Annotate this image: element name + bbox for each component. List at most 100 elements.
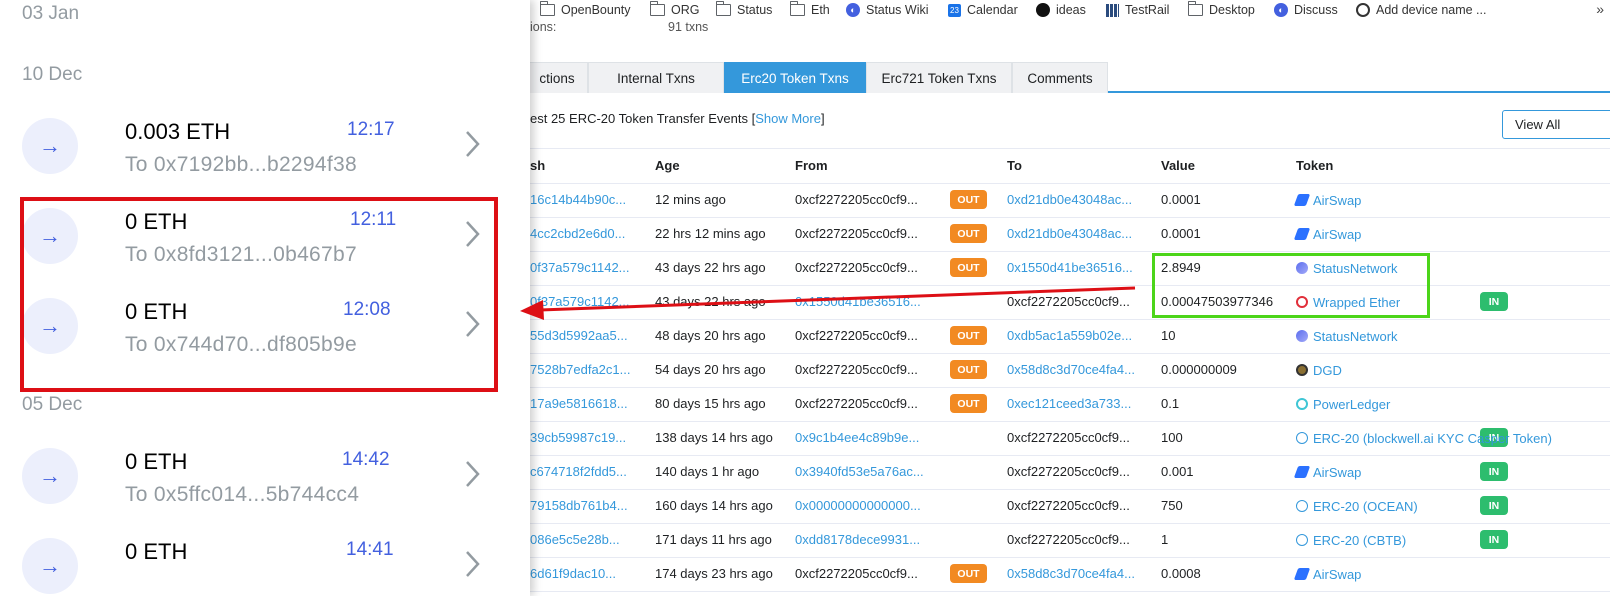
column-header-value: Value [1161, 158, 1195, 173]
transaction-time: 14:42 [342, 449, 390, 470]
txn-to-address[interactable]: 0x58d8c3d70ce4fa4... [1007, 557, 1152, 591]
bookmark-add-device[interactable]: Add device name ... [1356, 2, 1486, 18]
bookmark-status-wiki[interactable]: ◐ Status Wiki [846, 2, 929, 18]
txn-age: 43 days 22 hrs ago [655, 260, 766, 275]
date-header: 10 Dec [22, 64, 83, 85]
txn-age: 80 days 15 hrs ago [655, 396, 766, 411]
txn-hash-link[interactable]: 7528b7edfa2c1... [530, 353, 648, 387]
table-row: 7528b7edfa2c1... 54 days 20 hrs ago 0xcf22… [530, 353, 1610, 387]
txn-value: 0.0001 [1161, 192, 1201, 207]
token-link[interactable]: StatusNetwork [1296, 319, 1398, 353]
date-header: 05 Dec [22, 394, 83, 415]
token-explorer-pane: OpenBounty ORG Status Eth ◐ Status Wiki 2… [530, 0, 1610, 596]
txn-from-address: 0xcf2272205cc0cf9... [795, 260, 918, 275]
txn-hash-link[interactable]: 55d3d5992aa5... [530, 319, 648, 353]
txn-hash-link[interactable]: c674718f2fdd5... [530, 455, 648, 489]
transaction-item[interactable]: → 0.003 ETH 12:17 To 0x7192bb...b2294f38 [0, 101, 530, 191]
txn-value: 1 [1161, 532, 1169, 547]
txn-from-address[interactable]: 0x1550d41be36516... [795, 285, 940, 319]
folder-icon [539, 1, 555, 16]
transaction-item[interactable]: → 0 ETH 14:41 [0, 521, 530, 596]
bookmark-desktop[interactable]: Desktop [1187, 1, 1255, 18]
airswap-icon [1293, 194, 1311, 206]
bookmark-calendar[interactable]: 23 Calendar [948, 2, 1018, 18]
table-row: 4cc2cbd2e6d0... 22 hrs 12 mins ago 0xcf227… [530, 217, 1610, 251]
folder-icon [789, 1, 805, 16]
direction-badge: IN [1480, 530, 1508, 549]
txn-hash-link[interactable]: 4cc2cbd2e6d0... [530, 217, 648, 251]
token-link[interactable]: ERC-20 (CBTB) [1296, 523, 1406, 557]
txn-to-address[interactable]: 0xdb5ac1a559b02e... [1007, 319, 1152, 353]
txn-hash-link[interactable]: 17a9e5816618... [530, 387, 648, 421]
txn-hash-link[interactable]: 0f37a579c1142... [530, 285, 648, 319]
txn-hash-link[interactable]: 0f37a579c1142... [530, 251, 648, 285]
token-link[interactable]: AirSwap [1293, 217, 1361, 251]
bookmark-ideas[interactable]: ideas [1036, 2, 1086, 18]
wallet-history-pane: 03 Jan 10 Dec 05 Dec → 0.003 ETH 12:17 T… [0, 0, 530, 596]
token-link[interactable]: PowerLedger [1296, 387, 1390, 421]
tab-erc721-token-txns[interactable]: Erc721 Token Txns [866, 62, 1012, 93]
direction-badge: OUT [950, 326, 987, 345]
txn-hash-link[interactable]: 39cb59987c19... [530, 421, 648, 455]
token-link[interactable]: ERC-20 (OCEAN) [1296, 489, 1418, 523]
folder-icon [1187, 1, 1203, 16]
txn-from-address[interactable]: 0x3940fd53e5a76ac... [795, 455, 940, 489]
token-link[interactable]: AirSwap [1293, 557, 1361, 591]
bookmark-org[interactable]: ORG [649, 1, 699, 18]
txn-to-address[interactable]: 0x58d8c3d70ce4fa4... [1007, 353, 1152, 387]
txn-age: 138 days 14 hrs ago [655, 430, 773, 445]
txn-from-address[interactable]: 0x00000000000000... [795, 489, 940, 523]
txn-value: 100 [1161, 430, 1183, 445]
txn-to-address[interactable]: 0x1550d41be36516... [1007, 251, 1152, 285]
erc20-icon [1296, 432, 1308, 444]
txn-from-address[interactable]: 0x9c1b4ee4c89b9e... [795, 421, 940, 455]
txn-hash-link[interactable]: 16c14b44b90c... [530, 183, 648, 217]
airswap-icon [1293, 466, 1311, 478]
token-link[interactable]: ERC-20 (blockwell.ai KYC Casper Token) [1296, 421, 1552, 455]
bookmark-discuss[interactable]: ◐ Discuss [1274, 2, 1338, 18]
outgoing-arrow-icon: → [22, 118, 78, 174]
token-link[interactable]: AirSwap [1293, 455, 1361, 489]
token-link[interactable]: AirSwap [1293, 183, 1361, 217]
erc20-icon [1296, 500, 1308, 512]
airswap-icon [1293, 568, 1311, 580]
direction-badge: OUT [950, 360, 987, 379]
transaction-time: 12:17 [347, 119, 395, 140]
token-link[interactable]: DGD [1296, 353, 1342, 387]
tab-bar: ctions Internal Txns Erc20 Token Txns Er… [530, 62, 1610, 93]
table-row: 6d61f9dac10... 174 days 23 hrs ago 0xcf227… [530, 557, 1610, 591]
token-events-notice: est 25 ERC-20 Token Transfer Events [Sho… [530, 111, 825, 126]
txn-to-address[interactable]: 0xd21db0e43048ac... [1007, 183, 1152, 217]
txn-hash-link[interactable]: 6d61f9dac10... [530, 557, 648, 591]
bookmark-openbounty[interactable]: OpenBounty [539, 1, 631, 18]
bookmark-testrail[interactable]: TestRail [1106, 2, 1169, 18]
column-header-age: Age [655, 158, 680, 173]
table-row: 16c14b44b90c... 12 mins ago 0xcf2272205cc0… [530, 183, 1610, 217]
app-icon [1356, 3, 1370, 17]
transaction-amount: 0 ETH [125, 539, 188, 564]
tab-erc20-token-txns[interactable]: Erc20 Token Txns [724, 62, 866, 93]
outgoing-arrow-icon: → [22, 448, 78, 504]
txn-from-address[interactable]: 0xdd8178dece9931... [795, 523, 940, 557]
bookmarks-overflow-button[interactable]: » [1596, 1, 1604, 17]
show-more-link[interactable]: Show More [755, 111, 821, 126]
transactions-label: ions: [530, 20, 557, 34]
chevron-right-icon [466, 551, 480, 577]
transaction-item[interactable]: → 0 ETH 14:42 To 0x5ffc014...5b744cc4 [0, 431, 530, 521]
txn-value: 0.001 [1161, 464, 1194, 479]
table-row: 086e5c5e28b... 171 days 11 hrs ago 0xdd817… [530, 523, 1610, 557]
tab-comments[interactable]: Comments [1012, 62, 1108, 93]
bookmark-eth[interactable]: Eth [789, 1, 830, 18]
view-all-button[interactable]: View All [1502, 110, 1610, 139]
txn-to-address[interactable]: 0xec121ceed3a733... [1007, 387, 1152, 421]
powerledger-icon [1296, 398, 1308, 410]
txn-hash-link[interactable]: 086e5c5e28b... [530, 523, 648, 557]
txn-to-address[interactable]: 0xd21db0e43048ac... [1007, 217, 1152, 251]
tab-internal-txns[interactable]: Internal Txns [588, 62, 724, 93]
txn-age: 22 hrs 12 mins ago [655, 226, 766, 241]
bookmark-status[interactable]: Status [715, 1, 772, 18]
direction-badge: OUT [950, 394, 987, 413]
txn-hash-link[interactable]: 79158db761b4... [530, 489, 648, 523]
txn-age: 171 days 11 hrs ago [655, 532, 772, 547]
tab-transactions[interactable]: ctions [530, 62, 588, 93]
